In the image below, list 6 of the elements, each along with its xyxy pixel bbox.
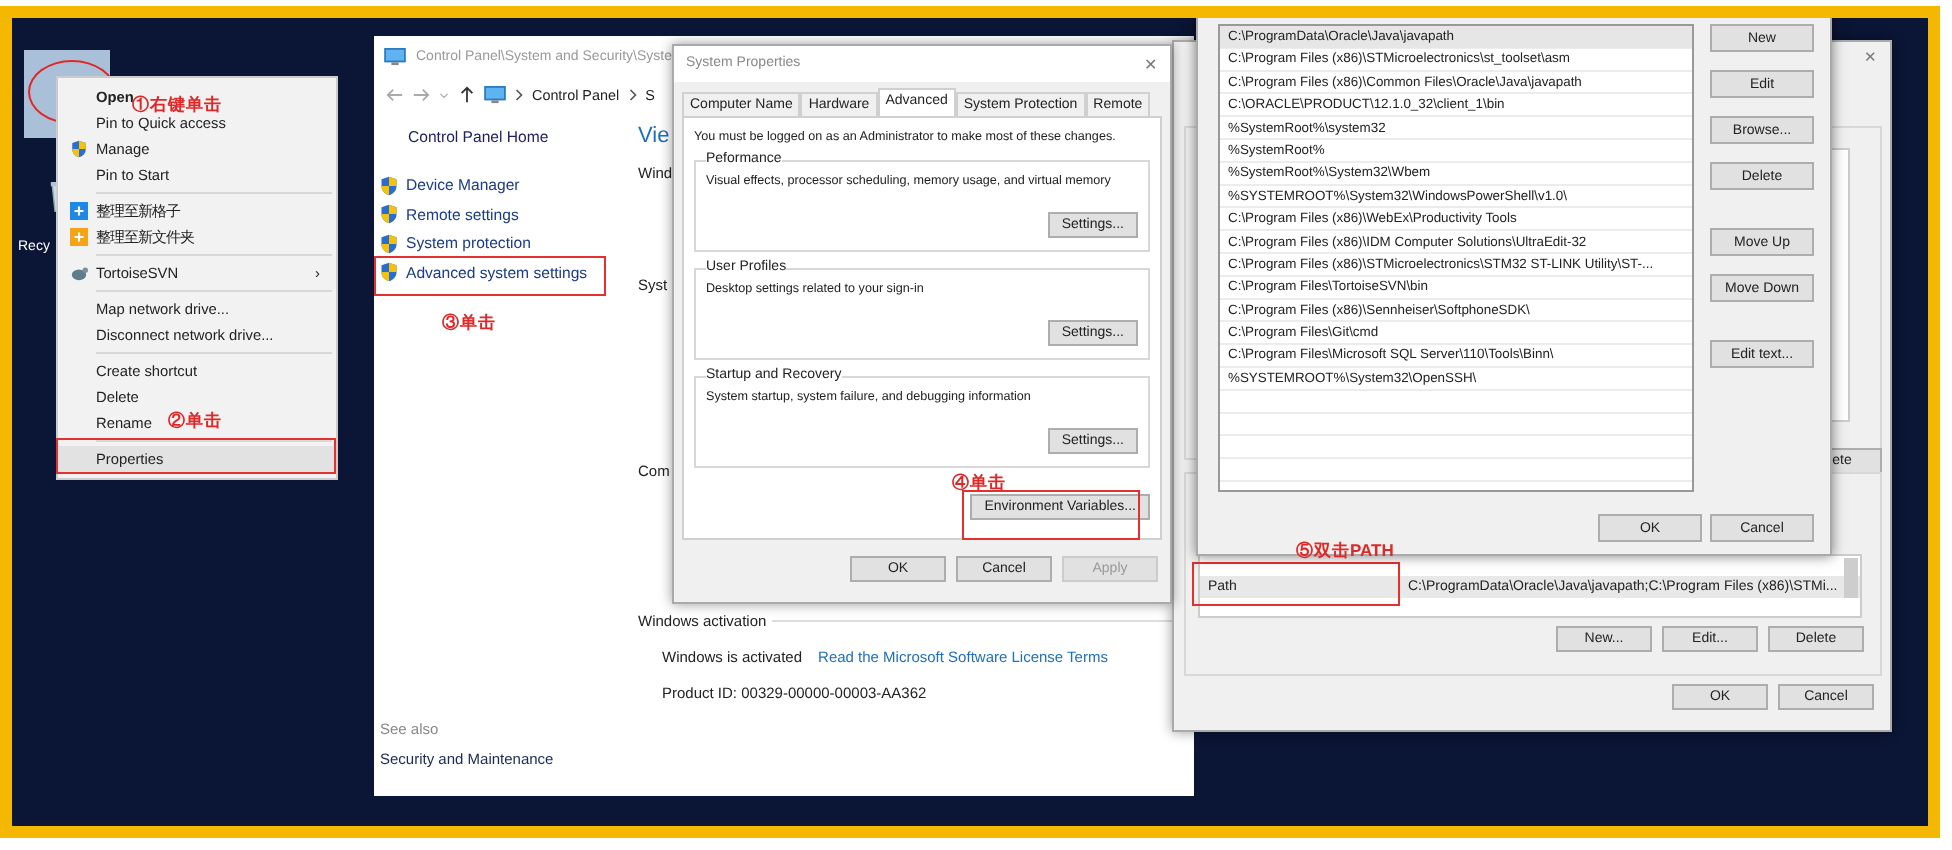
annotation-label: ④单击	[952, 472, 1006, 496]
section-heading: Vie	[638, 124, 670, 148]
annotation-label: ⑤双击PATH	[1296, 540, 1394, 564]
annotation-label: ②单击	[168, 410, 222, 434]
annotation-label: ①右键单击	[132, 94, 222, 117]
annotation-label: ③单击	[442, 312, 496, 336]
